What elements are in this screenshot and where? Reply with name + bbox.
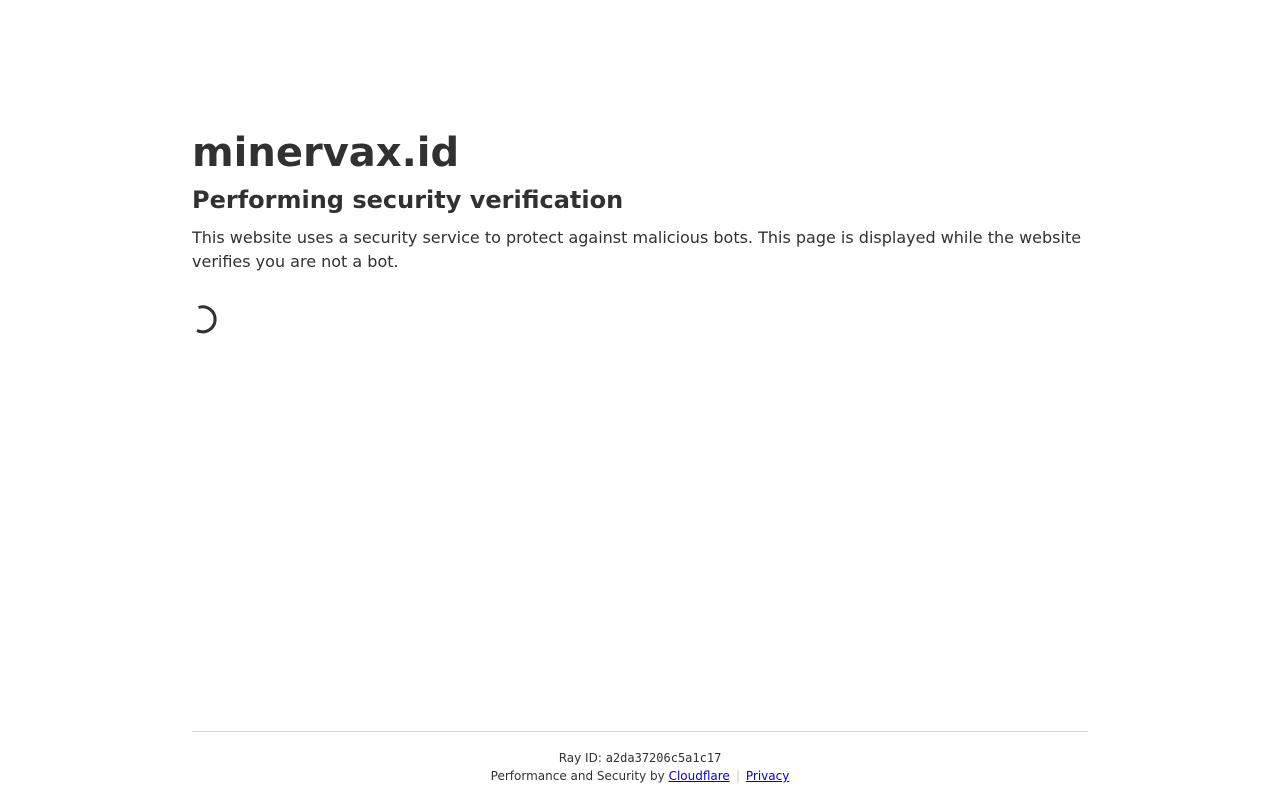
performance-line: Performance and Security by Cloudflare | P…: [192, 768, 1088, 784]
verification-heading: Performing security verification: [192, 186, 624, 214]
performance-text: Performance and Security by: [490, 769, 665, 783]
challenge-page: minervax.id Performing security verifica…: [0, 0, 1280, 800]
footer-separator: |: [735, 769, 740, 783]
ray-id-line: Ray ID: a2da37206c5a1c17: [192, 750, 1088, 766]
footer: Ray ID: a2da37206c5a1c17 Performance and…: [192, 731, 1088, 784]
ray-id-label: Ray ID:: [558, 751, 602, 765]
loading-spinner-icon: [192, 304, 222, 334]
verification-description: This website uses a security service to …: [192, 228, 1082, 271]
privacy-link[interactable]: Privacy: [746, 769, 789, 783]
ray-id-value: a2da37206c5a1c17: [605, 751, 722, 765]
site-title: minervax.id: [192, 130, 460, 176]
main-content: minervax.id Performing security verifica…: [192, 128, 1088, 334]
cloudflare-link[interactable]: Cloudflare: [669, 769, 730, 783]
